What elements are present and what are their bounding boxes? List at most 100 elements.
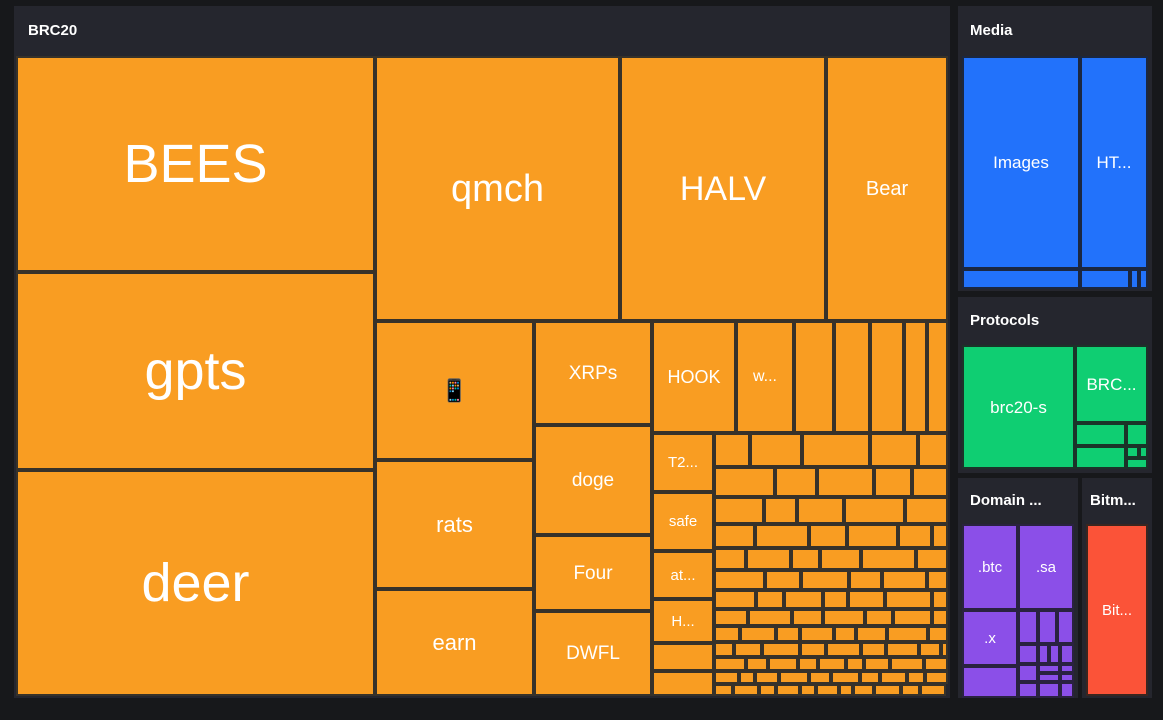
- tile-micro[interactable]: [714, 524, 755, 548]
- tile-bit[interactable]: Bit...: [1086, 524, 1148, 696]
- tile-at[interactable]: at...: [652, 551, 714, 599]
- tile-dom-sm-12[interactable]: [1038, 673, 1060, 682]
- tile-dom-sm-2[interactable]: [1018, 610, 1038, 644]
- tile-micro[interactable]: [927, 626, 948, 642]
- tile-micro[interactable]: [714, 657, 746, 671]
- tile-micro[interactable]: [882, 570, 927, 590]
- tile-micro[interactable]: [932, 609, 948, 626]
- tile-brc20s[interactable]: brc20-s: [962, 345, 1075, 469]
- tile-micro[interactable]: [778, 671, 810, 684]
- tile-dom-sm-5[interactable]: [1018, 644, 1038, 664]
- tile-micro[interactable]: [756, 590, 784, 609]
- tile-micro[interactable]: [799, 642, 827, 657]
- tile-micro[interactable]: [774, 467, 817, 497]
- tile-micro[interactable]: [873, 467, 912, 497]
- tile-dom-sm-7[interactable]: [1049, 644, 1060, 664]
- tile-proto-sm-6[interactable]: [1126, 458, 1148, 469]
- tile-micro[interactable]: [885, 642, 919, 657]
- tile-micro[interactable]: [819, 548, 862, 570]
- tile-bees[interactable]: BEES: [16, 56, 375, 272]
- tile-dom-sm-3[interactable]: [1038, 610, 1057, 644]
- tile-proto-sm-4[interactable]: [1126, 446, 1139, 458]
- tile-micro[interactable]: [747, 609, 792, 626]
- tile-qmch[interactable]: qmch: [375, 56, 620, 321]
- tile-proto-sm-1[interactable]: [1075, 423, 1126, 446]
- tile-proto-sm-2[interactable]: [1126, 423, 1148, 446]
- tile-micro[interactable]: [733, 684, 759, 696]
- tile-micro[interactable]: [906, 671, 925, 684]
- tile-micro[interactable]: [859, 671, 880, 684]
- tile-t2[interactable]: T2...: [652, 433, 714, 492]
- tile-micro[interactable]: [874, 684, 902, 696]
- tile-micro[interactable]: [927, 570, 948, 590]
- tile-micro[interactable]: [886, 626, 928, 642]
- tile-micro[interactable]: [755, 671, 779, 684]
- tile-micro[interactable]: [823, 609, 865, 626]
- tile-micro[interactable]: [918, 642, 941, 657]
- tile-micro[interactable]: [818, 657, 846, 671]
- tile-w[interactable]: w...: [736, 321, 794, 433]
- tile-micro[interactable]: [739, 671, 756, 684]
- tile-micro[interactable]: [940, 642, 948, 657]
- tile-sm-b[interactable]: [834, 321, 870, 433]
- tile-doge[interactable]: doge: [534, 425, 652, 535]
- tile-micro[interactable]: [714, 626, 741, 642]
- tile-micro[interactable]: [790, 548, 820, 570]
- tile-micro[interactable]: [890, 657, 924, 671]
- tile-safe[interactable]: safe: [652, 492, 714, 551]
- tile-micro[interactable]: [746, 657, 768, 671]
- tile-micro[interactable]: [915, 548, 948, 570]
- tile-sa[interactable]: .sa: [1018, 524, 1074, 610]
- tile-dom-sm-15[interactable]: [1038, 682, 1060, 698]
- tile-proto-sm-5[interactable]: [1139, 446, 1148, 458]
- tile-micro[interactable]: [714, 671, 740, 684]
- tile-micro[interactable]: [714, 497, 765, 524]
- tile-deer[interactable]: deer: [16, 470, 375, 696]
- tile-bear[interactable]: Bear: [826, 56, 948, 321]
- tile-micro[interactable]: [802, 433, 870, 467]
- tile-media-sm-1[interactable]: [962, 269, 1080, 289]
- tile-micro[interactable]: [800, 684, 817, 696]
- tile-micro[interactable]: [897, 524, 932, 548]
- tile-dom-sm-9[interactable]: [1018, 664, 1038, 682]
- tile-sm-a[interactable]: [794, 321, 834, 433]
- tile-micro[interactable]: [932, 590, 948, 609]
- tile-earn[interactable]: earn: [375, 589, 534, 696]
- tile-micro[interactable]: [714, 642, 734, 657]
- tile-sm-f[interactable]: [652, 643, 714, 671]
- tile-micro[interactable]: [924, 671, 948, 684]
- tile-micro[interactable]: [764, 497, 797, 524]
- tile-micro[interactable]: [864, 657, 890, 671]
- tile-media-sm-3[interactable]: [1130, 269, 1139, 289]
- tile-micro[interactable]: [846, 657, 864, 671]
- tile-micro[interactable]: [714, 684, 734, 696]
- tile-micro[interactable]: [911, 467, 948, 497]
- tile-micro[interactable]: [733, 642, 763, 657]
- tile-dom-sm-4[interactable]: [1057, 610, 1074, 644]
- tile-micro[interactable]: [740, 626, 777, 642]
- tile-rats[interactable]: rats: [375, 460, 534, 589]
- tile-sm-d[interactable]: [904, 321, 927, 433]
- tile-dom-sm-1[interactable]: [962, 666, 1018, 698]
- panel-brc20[interactable]: BRC20 BEES gpts deer qmch HALV Bear 📱 ra…: [14, 6, 950, 698]
- tile-phone[interactable]: 📱: [375, 321, 534, 460]
- tile-images[interactable]: Images: [962, 56, 1080, 269]
- tile-micro[interactable]: [901, 684, 921, 696]
- tile-dom-sm-16[interactable]: [1060, 682, 1074, 698]
- tile-micro[interactable]: [924, 657, 948, 671]
- tile-micro[interactable]: [931, 524, 948, 548]
- tile-micro[interactable]: [864, 609, 894, 626]
- tile-micro[interactable]: [848, 590, 885, 609]
- tile-micro[interactable]: [855, 626, 887, 642]
- tile-micro[interactable]: [776, 626, 801, 642]
- tile-media-sm-2[interactable]: [1080, 269, 1130, 289]
- tile-micro[interactable]: [746, 548, 791, 570]
- tile-micro[interactable]: [754, 524, 810, 548]
- tile-xrps[interactable]: XRPs: [534, 321, 652, 425]
- tile-dom-sm-6[interactable]: [1038, 644, 1049, 664]
- tile-dom-sm-13[interactable]: [1060, 673, 1074, 682]
- tile-micro[interactable]: [768, 657, 798, 671]
- tile-micro[interactable]: [893, 609, 933, 626]
- tile-micro[interactable]: [816, 467, 874, 497]
- panel-domain[interactable]: Domain ... .btc .sa .x: [958, 478, 1078, 698]
